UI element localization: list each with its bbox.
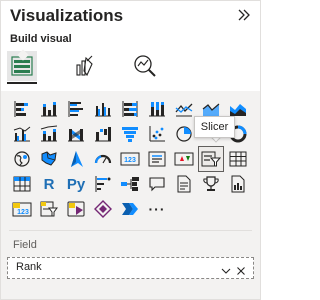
field-value: Rank <box>16 261 42 273</box>
collapse-pane-button[interactable] <box>236 7 252 23</box>
stacked-column-chart-icon[interactable] <box>37 97 61 121</box>
svg-text:123: 123 <box>124 157 136 164</box>
active-tab-underline <box>7 82 37 84</box>
svg-text:123: 123 <box>17 209 29 216</box>
multi-row-card-icon[interactable] <box>145 147 169 171</box>
new-slicer-icon[interactable] <box>37 197 61 221</box>
close-icon <box>237 267 245 275</box>
clustered-bar-chart-icon[interactable] <box>64 97 88 121</box>
clustered-column-chart-icon[interactable] <box>91 97 115 121</box>
chevron-down-icon <box>221 268 231 274</box>
100-stacked-bar-chart-icon[interactable] <box>118 97 142 121</box>
narrative-icon[interactable] <box>118 197 142 221</box>
key-influencers-icon[interactable] <box>91 172 115 196</box>
section-divider <box>9 230 252 231</box>
table-icon[interactable] <box>226 147 250 171</box>
smart-narrative-icon[interactable] <box>172 172 196 196</box>
slicer-icon[interactable] <box>198 146 224 172</box>
line-chart-icon[interactable] <box>172 97 196 121</box>
format-visual-tab[interactable] <box>69 51 99 81</box>
field-well-box[interactable]: Rank <box>7 257 254 279</box>
pane-title: Visualizations <box>10 6 124 25</box>
decomposition-tree-icon[interactable] <box>118 172 142 196</box>
kpi-icon[interactable] <box>172 147 196 171</box>
100-stacked-column-chart-icon[interactable] <box>145 97 169 121</box>
build-visual-section: Build visual <box>1 31 260 91</box>
card-icon[interactable]: 123 <box>118 147 142 171</box>
map-icon[interactable] <box>10 147 34 171</box>
paginated-report-icon[interactable] <box>226 172 250 196</box>
r-visual-label: R <box>43 175 55 193</box>
gauge-icon[interactable] <box>91 147 115 171</box>
analytics-icon <box>134 55 156 77</box>
python-visual-icon[interactable]: Py <box>64 172 88 196</box>
new-card-icon[interactable]: 123 <box>10 197 34 221</box>
scatter-chart-icon[interactable] <box>145 122 169 146</box>
funnel-chart-icon[interactable] <box>118 122 142 146</box>
waterfall-chart-icon[interactable] <box>91 122 115 146</box>
filled-map-icon[interactable] <box>37 147 61 171</box>
analytics-tab[interactable] <box>130 51 160 81</box>
r-script-visual-icon[interactable]: R <box>37 172 61 196</box>
stacked-bar-chart-icon[interactable] <box>10 97 34 121</box>
field-well-label: Field <box>13 239 37 251</box>
pane-header: Visualizations <box>1 1 260 31</box>
format-visual-icon <box>76 55 93 77</box>
build-visual-label: Build visual <box>10 33 72 45</box>
visual-gallery: 123 R Py 123 ··· <box>1 91 260 233</box>
azure-map-icon[interactable] <box>64 147 88 171</box>
pie-chart-icon[interactable] <box>172 122 196 146</box>
qa-icon[interactable] <box>145 172 169 196</box>
more-visuals-label: ··· <box>148 201 166 217</box>
power-apps-icon[interactable] <box>64 197 88 221</box>
line-clustered-column-chart-icon[interactable] <box>10 122 34 146</box>
goals-icon[interactable] <box>199 172 223 196</box>
python-visual-label: Py <box>66 175 86 193</box>
matrix-icon[interactable] <box>10 172 34 196</box>
visualizations-pane: Visualizations Build visual 123 R Py 123… <box>0 0 261 300</box>
line-stacked-column-chart-icon[interactable] <box>37 122 61 146</box>
double-chevron-right-icon <box>238 9 250 21</box>
more-visuals-icon[interactable]: ··· <box>145 197 169 221</box>
field-dropdown-button[interactable] <box>221 263 231 274</box>
power-automate-icon[interactable] <box>91 197 115 221</box>
ribbon-chart-icon[interactable] <box>64 122 88 146</box>
field-remove-button[interactable] <box>236 263 246 275</box>
slicer-tooltip: Slicer <box>194 116 235 138</box>
